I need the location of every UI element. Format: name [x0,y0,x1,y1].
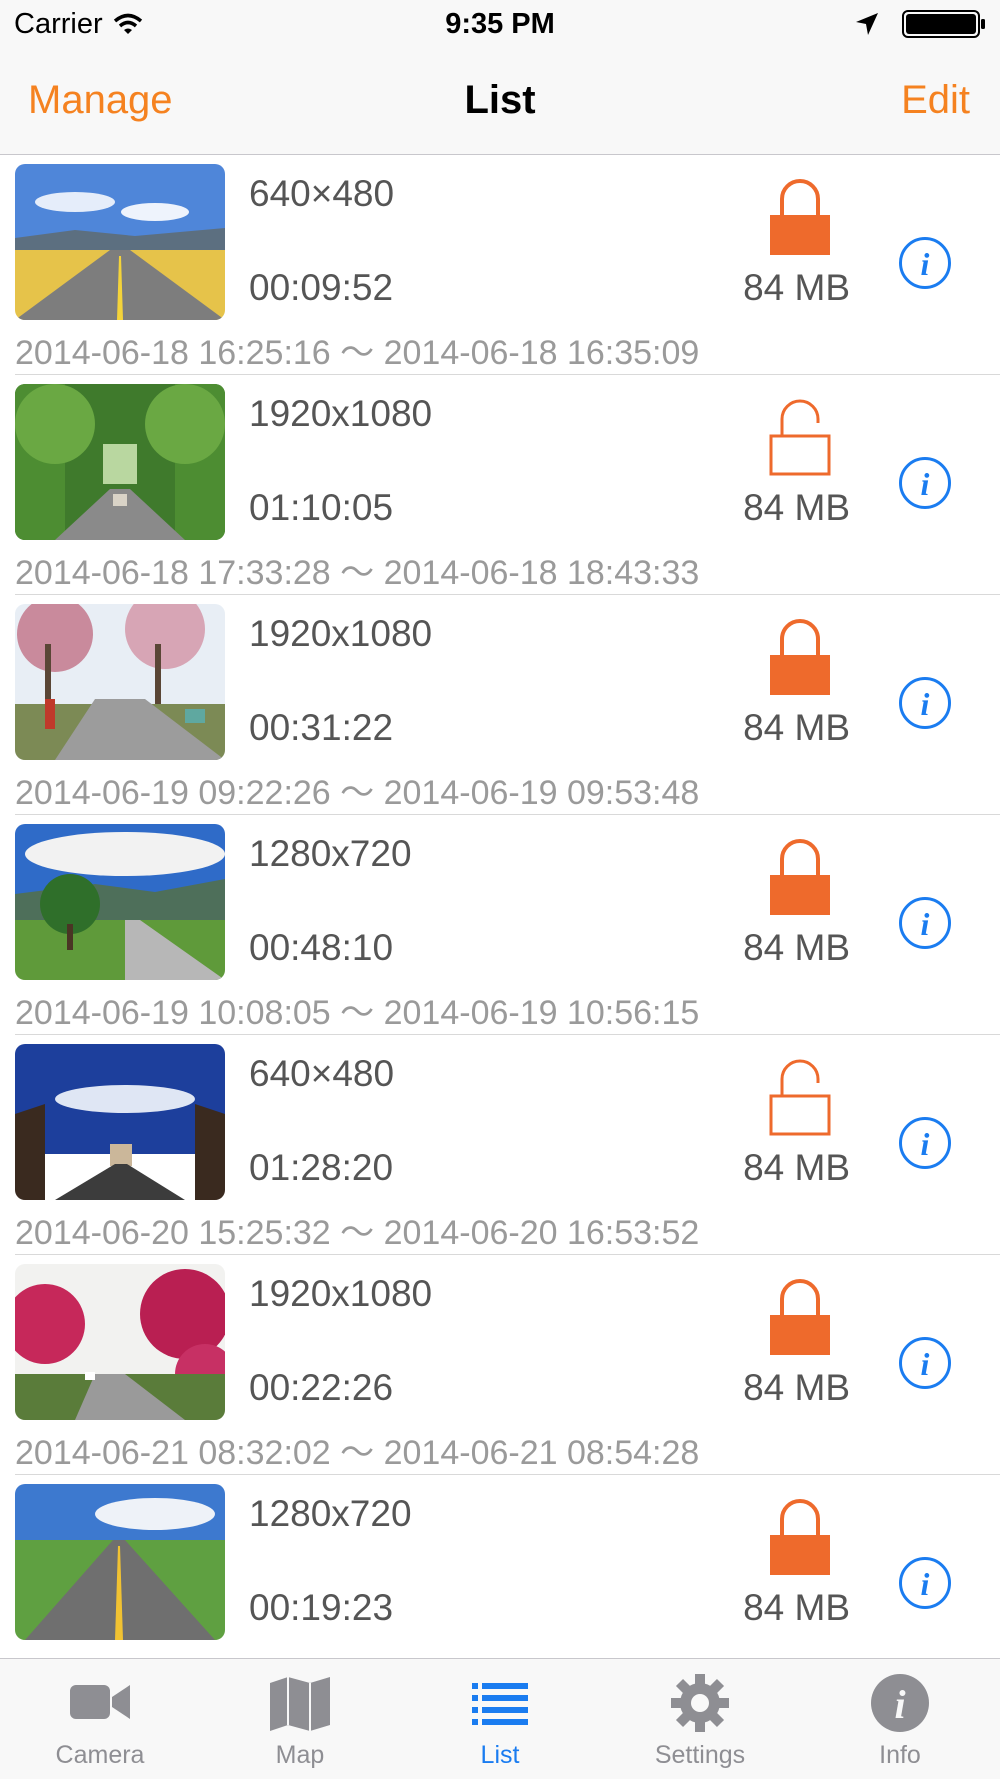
file-size: 84 MB [743,1147,850,1188]
info-icon[interactable]: i [898,236,952,290]
video-thumbnail[interactable] [15,1044,225,1200]
duration: 00:19:23 [249,1587,394,1628]
file-size: 84 MB [743,927,850,968]
tab-map[interactable]: Map [200,1659,400,1779]
info-icon[interactable]: i [898,1336,952,1390]
list-item[interactable]: 1280x720 00:48:10 84 MB i 2014-06-19 10:… [15,815,1000,1035]
info-icon[interactable]: i [898,896,952,950]
duration: 00:09:52 [249,267,394,308]
unlocked-lock-icon[interactable] [768,1057,832,1137]
svg-text:i: i [921,1346,930,1382]
thumbnail-image [15,1484,225,1640]
tab-label: Camera [55,1741,145,1769]
info-icon[interactable]: i [898,1556,952,1610]
duration: 00:48:10 [249,927,394,968]
tab-info[interactable]: i Info [800,1659,1000,1779]
video-thumbnail[interactable] [15,604,225,760]
resolution: 1280x720 [249,1493,412,1534]
video-thumbnail[interactable] [15,824,225,980]
locked-lock-icon[interactable] [768,177,832,257]
map-icon [270,1677,330,1731]
file-size: 84 MB [743,1587,850,1628]
time-range: 2014-06-18 17:33:28 ～ 2014-06-18 18:43:3… [15,554,700,592]
video-thumbnail[interactable] [15,164,225,320]
resolution: 640×480 [249,173,395,214]
svg-text:i: i [921,906,930,942]
thumbnail-image [15,1264,225,1420]
unlocked-lock-icon[interactable] [768,397,832,477]
thumbnail-image [15,1044,225,1200]
time-range: 2014-06-19 10:08:05 ～ 2014-06-19 10:56:1… [15,994,700,1032]
time-range: 2014-06-19 09:22:26 ～ 2014-06-19 09:53:4… [15,774,700,812]
resolution: 1920x1080 [249,613,433,654]
tab-camera[interactable]: Camera [0,1659,200,1779]
status-bar: Carrier 9:35 PM [0,0,1000,50]
file-size: 84 MB [743,487,850,528]
list-icon [472,1683,528,1725]
list-item[interactable]: 1920x1080 00:22:26 84 MB i 2014-06-21 08… [15,1255,1000,1475]
locked-lock-icon[interactable] [768,837,832,917]
video-camera-icon [70,1685,130,1719]
resolution: 1920x1080 [249,1273,433,1314]
svg-text:i: i [921,1566,930,1602]
info-icon[interactable]: i [898,1116,952,1170]
svg-text:i: i [921,1126,930,1162]
list-item[interactable]: 640×480 00:09:52 84 MB i 2014-06-18 16:2… [15,155,1000,375]
time-range: 2014-06-21 08:32:02 ～ 2014-06-21 08:54:2… [15,1434,700,1472]
video-thumbnail[interactable] [15,1264,225,1420]
tab-label: Info [879,1741,921,1769]
duration: 00:31:22 [249,707,394,748]
status-right [854,10,986,38]
resolution: 640×480 [249,1053,395,1094]
resolution: 1920x1080 [249,393,433,434]
file-size: 84 MB [743,267,850,308]
info-icon[interactable]: i [898,676,952,730]
thumbnail-image [15,824,225,980]
battery-icon [902,10,985,38]
tab-label: Map [275,1741,325,1769]
time-range: 2014-06-20 15:25:32 ～ 2014-06-20 16:53:5… [15,1214,700,1252]
locked-lock-icon[interactable] [768,1497,832,1577]
svg-text:i: i [921,686,930,722]
duration: 01:28:20 [249,1147,394,1188]
info-icon[interactable]: i [898,456,952,510]
list-item[interactable]: 640×480 01:28:20 84 MB i 2014-06-20 15:2… [15,1035,1000,1255]
thumbnail-image [15,604,225,760]
thumbnail-image [15,384,225,540]
status-time: 9:35 PM [445,8,555,40]
tab-bar: Camera Map List Settings i Info [0,1658,1000,1779]
location-arrow-icon [856,13,878,35]
time-range: 2014-06-18 16:25:16 ～ 2014-06-18 16:35:0… [15,334,700,372]
video-thumbnail[interactable] [15,1484,225,1640]
tab-label: Settings [654,1741,746,1769]
manage-button[interactable]: Manage [28,78,173,123]
edit-button[interactable]: Edit [901,78,970,123]
duration: 00:22:26 [249,1367,394,1408]
recording-list[interactable]: 640×480 00:09:52 84 MB i 2014-06-18 16:2… [0,155,1000,1658]
duration: 01:10:05 [249,487,394,528]
info-icon: i [871,1674,929,1732]
video-thumbnail[interactable] [15,384,225,540]
gear-icon [671,1674,729,1732]
file-size: 84 MB [743,1367,850,1408]
list-item[interactable]: 1920x1080 01:10:05 84 MB i 2014-06-18 17… [15,375,1000,595]
svg-text:i: i [921,466,930,502]
locked-lock-icon[interactable] [768,617,832,697]
navigation-bar: Manage List Edit [0,50,1000,155]
svg-text:i: i [894,1682,905,1727]
resolution: 1280x720 [249,833,412,874]
tab-label: List [480,1741,520,1769]
thumbnail-image [15,164,225,320]
tab-settings[interactable]: Settings [600,1659,800,1779]
list-item[interactable]: 1280x720 00:19:23 84 MB i [15,1475,1000,1658]
list-item[interactable]: 1920x1080 00:31:22 84 MB i 2014-06-19 09… [15,595,1000,815]
tab-list[interactable]: List [400,1659,600,1779]
svg-text:i: i [921,246,930,282]
locked-lock-icon[interactable] [768,1277,832,1357]
file-size: 84 MB [743,707,850,748]
